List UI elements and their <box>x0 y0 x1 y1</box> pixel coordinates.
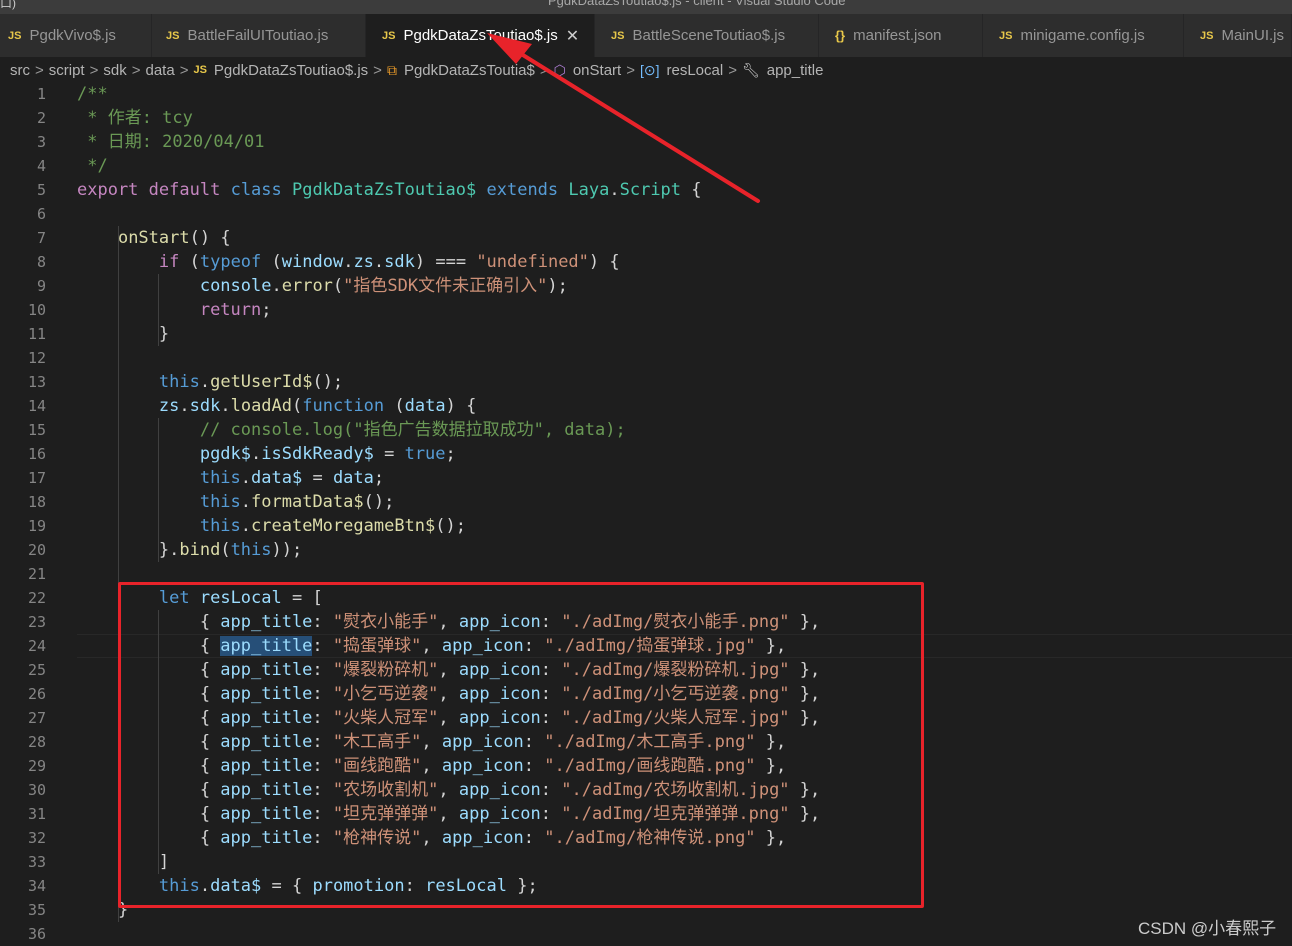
annotation-arrow <box>487 33 760 203</box>
watermark: CSDN @小春熙子 <box>1138 919 1277 938</box>
